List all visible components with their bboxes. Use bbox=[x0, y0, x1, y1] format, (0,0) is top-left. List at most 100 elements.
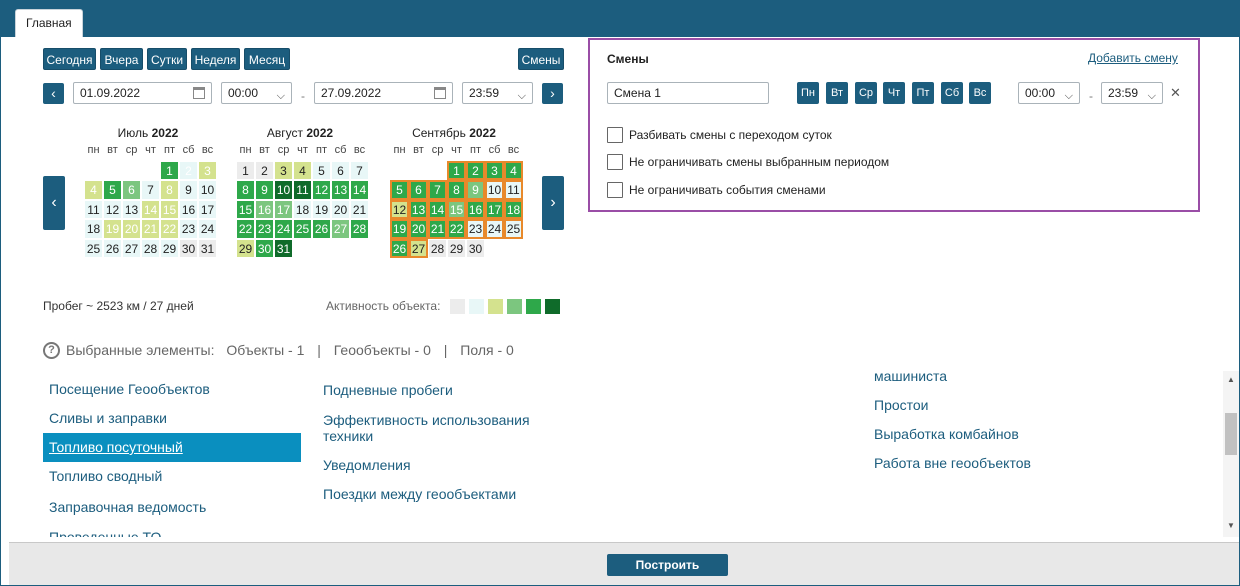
selected-objects[interactable]: Объекты - 1 bbox=[226, 342, 304, 358]
calendar-day[interactable]: 20 bbox=[123, 220, 140, 238]
report-maintenance[interactable]: Проведенные ТО bbox=[49, 529, 161, 537]
report-daily-mileage[interactable]: Подневные пробеги bbox=[323, 382, 453, 398]
calendar-day[interactable]: 2 bbox=[180, 161, 197, 179]
calendar-day[interactable]: 23 bbox=[256, 220, 273, 238]
calendar-day[interactable]: 10 bbox=[485, 180, 504, 200]
tab-main[interactable]: Главная bbox=[15, 9, 83, 37]
day-wed-button[interactable]: Ср bbox=[855, 82, 877, 104]
time-from-select[interactable]: 00:00 ⌵ bbox=[221, 82, 292, 104]
day-sat-button[interactable]: Сб bbox=[941, 82, 963, 104]
calendar-day[interactable]: 18 bbox=[294, 200, 311, 218]
calendar-day[interactable]: 24 bbox=[485, 219, 504, 239]
day-thu-button[interactable]: Чт bbox=[883, 82, 905, 104]
scroll-thumb[interactable] bbox=[1225, 413, 1237, 455]
calendar-day[interactable]: 26 bbox=[104, 239, 121, 257]
calendar-day[interactable]: 5 bbox=[313, 161, 330, 179]
calendar-day[interactable]: 19 bbox=[390, 219, 409, 239]
report-geo-visits[interactable]: Посещение Геообъектов bbox=[49, 381, 210, 397]
calendar-day[interactable]: 28 bbox=[351, 220, 368, 238]
calendar-day[interactable]: 19 bbox=[313, 200, 330, 218]
help-icon[interactable]: ? bbox=[43, 342, 60, 359]
date-from-field[interactable]: 01.09.2022 bbox=[73, 82, 212, 104]
selected-geoobjects[interactable]: Геообъекты - 0 bbox=[334, 342, 431, 358]
calendar-day[interactable]: 5 bbox=[104, 181, 121, 199]
calendar-day[interactable]: 11 bbox=[294, 181, 311, 199]
calendar-day[interactable]: 15 bbox=[161, 200, 178, 218]
calendar-day[interactable]: 9 bbox=[466, 180, 485, 200]
report-fuel-daily[interactable]: Топливо посуточный bbox=[43, 433, 301, 462]
day-sun-button[interactable]: Вс bbox=[969, 82, 991, 104]
calendar-day[interactable]: 8 bbox=[447, 180, 466, 200]
calendar-day[interactable]: 13 bbox=[123, 200, 140, 218]
option-checkbox-split[interactable] bbox=[607, 127, 623, 143]
shift-from-select[interactable]: 00:00 ⌵ bbox=[1018, 82, 1080, 104]
calendar-day[interactable]: 27 bbox=[409, 238, 428, 258]
add-shift-link[interactable]: Добавить смену bbox=[1088, 51, 1178, 65]
calendar-day[interactable]: 17 bbox=[485, 199, 504, 219]
calendar-day[interactable]: 10 bbox=[199, 181, 216, 199]
selected-fields[interactable]: Поля - 0 bbox=[460, 342, 514, 358]
calendar-day[interactable]: 31 bbox=[199, 239, 216, 257]
remove-shift-icon[interactable]: ✕ bbox=[1170, 85, 1181, 101]
scroll-down-icon[interactable]: ▼ bbox=[1227, 521, 1235, 530]
calendar-day[interactable]: 10 bbox=[275, 181, 292, 199]
calendar-day[interactable]: 12 bbox=[104, 200, 121, 218]
calendar-day[interactable]: 25 bbox=[85, 239, 102, 257]
calendar-day[interactable]: 16 bbox=[256, 200, 273, 218]
calendar-next-button[interactable]: › bbox=[542, 176, 564, 230]
calendar-day[interactable]: 18 bbox=[85, 220, 102, 238]
calendar-day[interactable]: 5 bbox=[390, 180, 409, 200]
report-idle[interactable]: Простои bbox=[874, 397, 929, 413]
calendar-day[interactable]: 4 bbox=[85, 181, 102, 199]
calendar-day[interactable]: 6 bbox=[409, 180, 428, 200]
period-day-button[interactable]: Сутки bbox=[147, 48, 187, 70]
period-yesterday-button[interactable]: Вчера bbox=[100, 48, 143, 70]
calendar-day[interactable]: 15 bbox=[447, 199, 466, 219]
report-outside-geo[interactable]: Работа вне геообъектов bbox=[874, 455, 1031, 471]
calendar-day[interactable]: 6 bbox=[332, 161, 349, 179]
calendar-day[interactable]: 14 bbox=[351, 181, 368, 199]
calendar-day[interactable]: 3 bbox=[485, 160, 504, 180]
calendar-day[interactable]: 25 bbox=[294, 220, 311, 238]
calendar-day[interactable]: 26 bbox=[313, 220, 330, 238]
calendar-day[interactable]: 25 bbox=[504, 219, 523, 239]
calendar-day[interactable]: 11 bbox=[504, 180, 523, 200]
report-driver[interactable]: машиниста bbox=[874, 368, 947, 384]
calendar-day[interactable]: 16 bbox=[180, 200, 197, 218]
calendar-day[interactable]: 28 bbox=[429, 239, 446, 257]
date-to-field[interactable]: 27.09.2022 bbox=[314, 82, 453, 104]
calendar-day[interactable]: 22 bbox=[161, 220, 178, 238]
calendar-day[interactable]: 23 bbox=[180, 220, 197, 238]
calendar-day[interactable]: 4 bbox=[294, 161, 311, 179]
calendar-day[interactable]: 6 bbox=[123, 181, 140, 199]
calendar-day[interactable]: 12 bbox=[313, 181, 330, 199]
calendar-day[interactable]: 27 bbox=[332, 220, 349, 238]
calendar-day[interactable]: 8 bbox=[237, 181, 254, 199]
calendar-day[interactable]: 1 bbox=[447, 160, 466, 180]
option-checkbox-events[interactable] bbox=[607, 182, 623, 198]
day-tue-button[interactable]: Вт bbox=[826, 82, 848, 104]
report-geo-trips[interactable]: Поездки между геообъектами bbox=[323, 486, 516, 502]
build-button[interactable]: Построить bbox=[607, 554, 728, 576]
calendar-day[interactable]: 24 bbox=[199, 220, 216, 238]
calendar-day[interactable]: 29 bbox=[161, 239, 178, 257]
report-notifications[interactable]: Уведомления bbox=[323, 457, 411, 473]
calendar-day[interactable]: 14 bbox=[428, 199, 447, 219]
period-week-button[interactable]: Неделя bbox=[191, 48, 240, 70]
calendar-day[interactable]: 4 bbox=[504, 160, 523, 180]
calendar-day[interactable]: 13 bbox=[332, 181, 349, 199]
option-checkbox-period[interactable] bbox=[607, 154, 623, 170]
calendar-day[interactable]: 2 bbox=[256, 161, 273, 179]
next-period-button[interactable]: › bbox=[542, 83, 563, 104]
calendar-day[interactable]: 2 bbox=[466, 160, 485, 180]
calendar-day[interactable]: 17 bbox=[199, 200, 216, 218]
calendar-day[interactable]: 22 bbox=[447, 219, 466, 239]
calendar-day[interactable]: 1 bbox=[161, 161, 178, 179]
day-fri-button[interactable]: Пт bbox=[912, 82, 934, 104]
calendar-day[interactable]: 28 bbox=[142, 239, 159, 257]
prev-period-button[interactable]: ‹ bbox=[43, 83, 64, 104]
calendar-day[interactable]: 13 bbox=[409, 199, 428, 219]
calendar-day[interactable]: 30 bbox=[180, 239, 197, 257]
shifts-button[interactable]: Смены bbox=[518, 48, 564, 70]
calendar-day[interactable]: 12 bbox=[390, 199, 409, 219]
